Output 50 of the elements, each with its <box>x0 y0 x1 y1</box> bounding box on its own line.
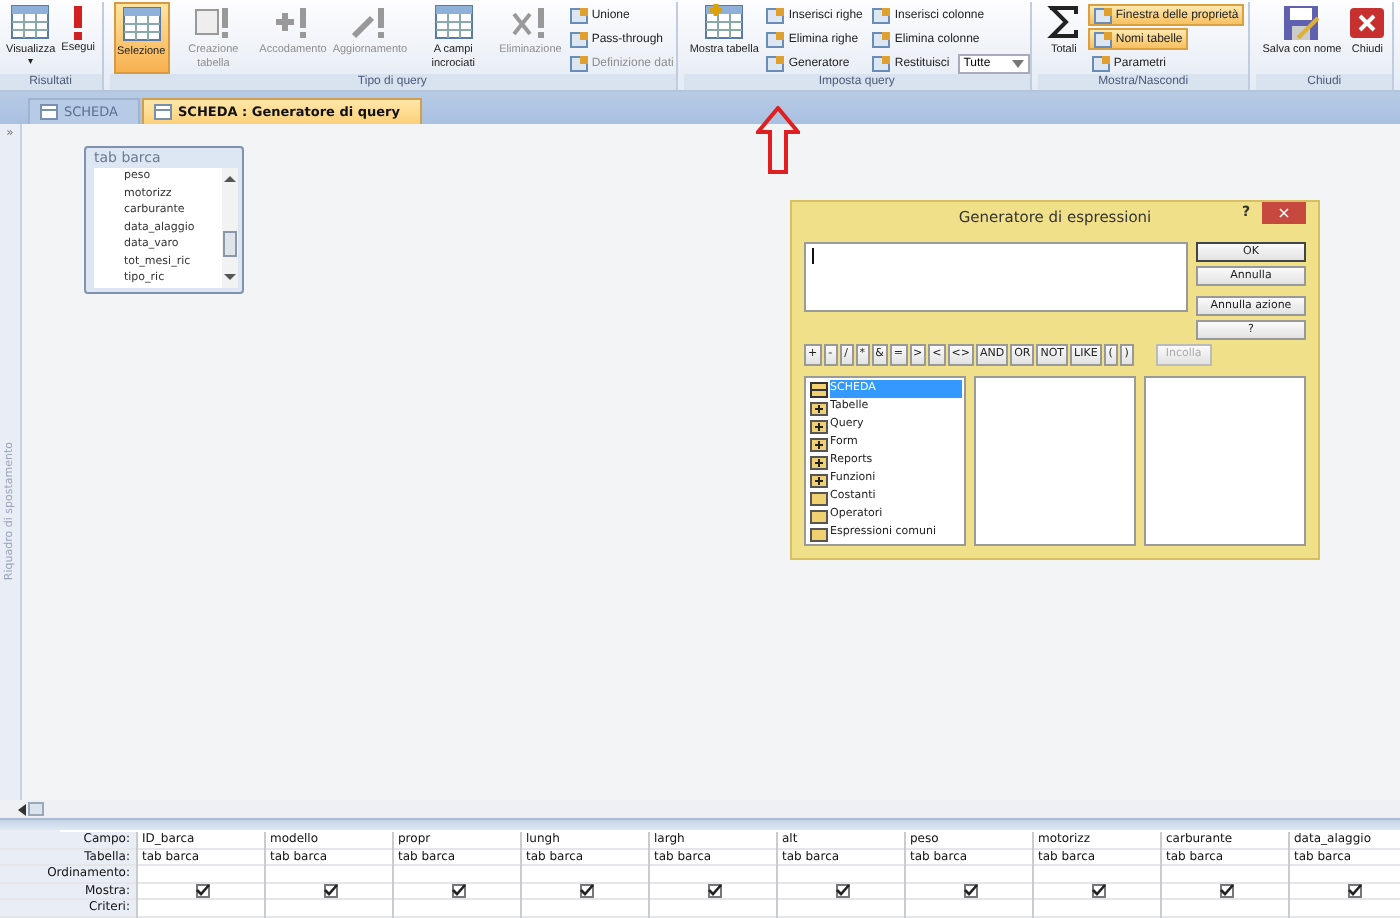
table-icon <box>121 6 162 44</box>
checkbox[interactable] <box>708 883 722 898</box>
expression-field[interactable] <box>804 242 1188 312</box>
close-icon <box>1347 4 1388 42</box>
checkmark-icon <box>1220 884 1234 897</box>
checkmark-icon <box>964 884 978 897</box>
up-arrow-icon <box>756 106 800 174</box>
small-command-icon <box>766 31 785 47</box>
checkbox[interactable] <box>836 883 850 898</box>
query-icon <box>154 104 172 120</box>
checkbox[interactable] <box>324 883 338 898</box>
checkbox[interactable] <box>1092 883 1106 898</box>
small-command-icon <box>569 55 588 71</box>
checkbox[interactable] <box>196 883 210 898</box>
caret-icon <box>1011 59 1024 67</box>
small-command-icon <box>569 31 588 47</box>
table-exclamation-icon <box>193 4 234 42</box>
query-icon <box>40 104 58 120</box>
small-command-icon <box>1091 55 1110 71</box>
checkmark-icon <box>1092 884 1106 897</box>
table-plus-icon <box>704 4 745 42</box>
small-command-icon <box>872 7 891 23</box>
checkbox[interactable] <box>1348 883 1362 898</box>
close-button[interactable]: × <box>1262 202 1306 224</box>
small-command-icon <box>766 7 785 23</box>
exclamation-icon <box>74 4 83 40</box>
small-command-icon <box>1093 31 1112 47</box>
checkmark-icon <box>324 884 338 897</box>
scrollbar-thumb[interactable] <box>28 802 44 816</box>
text-cursor <box>812 248 814 264</box>
checkbox[interactable] <box>580 883 594 898</box>
checkmark-icon <box>580 884 594 897</box>
checkmark-icon <box>452 884 466 897</box>
checkbox[interactable] <box>1220 883 1234 898</box>
checkbox[interactable] <box>964 883 978 898</box>
sigma-icon <box>1043 4 1084 42</box>
small-command-icon <box>569 7 588 23</box>
checkbox[interactable] <box>452 883 466 898</box>
table-icon <box>10 4 51 42</box>
checkmark-icon <box>1348 884 1362 897</box>
scrollbar-drawing <box>222 168 238 288</box>
small-command-icon <box>766 55 785 71</box>
checkmark-icon <box>836 884 850 897</box>
small-command-icon <box>1093 7 1112 23</box>
small-command-icon <box>872 55 891 71</box>
table-icon <box>433 4 474 42</box>
small-command-icon <box>872 31 891 47</box>
checkmark-icon <box>708 884 722 897</box>
pencil-exclamation-icon <box>349 4 390 42</box>
checkmark-icon <box>196 884 210 897</box>
